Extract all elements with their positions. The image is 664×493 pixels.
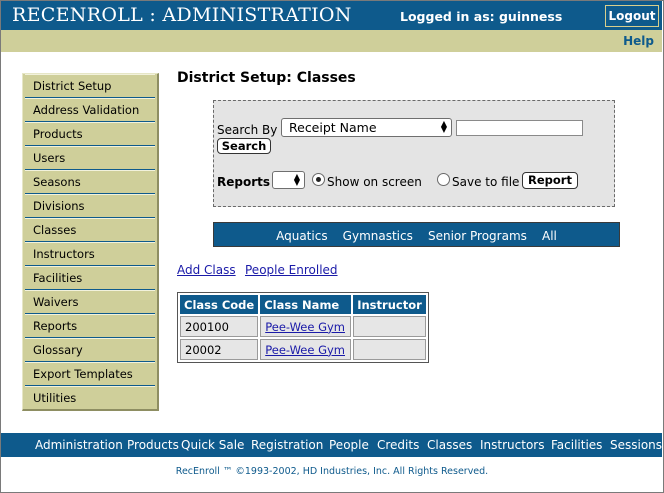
page-title: District Setup: Classes xyxy=(177,70,356,86)
save-to-file-radio[interactable] xyxy=(437,173,450,186)
footer-link-people[interactable]: People xyxy=(329,438,369,452)
select-arrows-icon: ▲ ▼ xyxy=(293,172,300,187)
category-link-senior-programs[interactable]: Senior Programs xyxy=(428,229,527,243)
sidebar-item-divisions[interactable]: Divisions xyxy=(25,194,155,218)
logout-button[interactable]: Logout xyxy=(605,5,659,27)
class-code-cell: 200100 xyxy=(180,316,259,337)
footer-link-administration[interactable]: Administration xyxy=(35,438,123,452)
classes-table: Class Code Class Name Instructor 200100 … xyxy=(177,292,429,363)
search-input[interactable] xyxy=(456,120,583,136)
add-class-link[interactable]: Add Class xyxy=(177,263,236,277)
class-name-link[interactable]: Pee-Wee Gym xyxy=(265,320,345,334)
help-link[interactable]: Help xyxy=(623,34,654,48)
footer-nav: Administration Products Quick Sale Regis… xyxy=(1,433,662,457)
category-link-all[interactable]: All xyxy=(542,229,557,243)
footer-link-classes[interactable]: Classes xyxy=(427,438,472,452)
class-name-cell: Pee-Wee Gym xyxy=(260,316,352,337)
category-link-gymnastics[interactable]: Gymnastics xyxy=(343,229,413,243)
search-by-value: Receipt Name xyxy=(289,120,377,135)
search-by-select[interactable]: Receipt Name ▲ ▼ xyxy=(281,118,452,137)
sidebar-item-glossary[interactable]: Glossary xyxy=(25,338,155,362)
sidebar-item-users[interactable]: Users xyxy=(25,146,155,170)
instructor-cell xyxy=(353,339,426,360)
class-code-cell: 20002 xyxy=(180,339,259,360)
sidebar-item-instructors[interactable]: Instructors xyxy=(25,242,155,266)
sidebar-item-facilities[interactable]: Facilities xyxy=(25,266,155,290)
footer-link-products[interactable]: Products xyxy=(127,438,179,452)
help-bar: Help xyxy=(1,30,662,52)
footer-link-facilities[interactable]: Facilities xyxy=(551,438,602,452)
sidebar-item-waivers[interactable]: Waivers xyxy=(25,290,155,314)
footer-link-credits[interactable]: Credits xyxy=(377,438,419,452)
sidebar-item-seasons[interactable]: Seasons xyxy=(25,170,155,194)
search-panel: Search By Receipt Name ▲ ▼ Search Reports… xyxy=(213,100,615,207)
table-header-row: Class Code Class Name Instructor xyxy=(180,295,426,314)
table-row: 200100 Pee-Wee Gym xyxy=(180,316,426,337)
sidebar-item-reports[interactable]: Reports xyxy=(25,314,155,338)
people-enrolled-link[interactable]: People Enrolled xyxy=(245,263,338,277)
logged-in-status: Logged in as: guinness xyxy=(400,9,563,24)
category-bar: Aquatics Gymnastics Senior Programs All xyxy=(213,222,620,247)
show-on-screen-label: Show on screen xyxy=(327,175,422,189)
sidebar-nav: District Setup Address Validation Produc… xyxy=(22,73,159,411)
sidebar-item-classes[interactable]: Classes xyxy=(25,218,155,242)
select-arrows-icon: ▲ ▼ xyxy=(440,119,447,134)
search-button[interactable]: Search xyxy=(217,138,271,154)
footer-link-quick-sale[interactable]: Quick Sale xyxy=(181,438,244,452)
column-header-class-name: Class Name xyxy=(260,295,352,314)
footer-link-instructors[interactable]: Instructors xyxy=(480,438,544,452)
category-link-aquatics[interactable]: Aquatics xyxy=(276,229,327,243)
class-name-cell: Pee-Wee Gym xyxy=(260,339,352,360)
show-on-screen-radio[interactable] xyxy=(312,173,325,186)
reports-label: Reports xyxy=(217,175,271,189)
save-to-file-label: Save to file xyxy=(452,175,520,189)
copyright-text: RecEnroll ™ ©1993-2002, HD Industries, I… xyxy=(175,466,489,477)
sidebar-item-district-setup[interactable]: District Setup xyxy=(25,74,155,98)
sidebar-item-export-templates[interactable]: Export Templates xyxy=(25,362,155,386)
table-row: 20002 Pee-Wee Gym xyxy=(180,339,426,360)
column-header-class-code: Class Code xyxy=(180,295,259,314)
app-title: RECENROLL : ADMINISTRATION xyxy=(12,4,352,26)
header-bar: RECENROLL : ADMINISTRATION Logged in as:… xyxy=(1,1,662,30)
sidebar-item-products[interactable]: Products xyxy=(25,122,155,146)
sidebar-item-address-validation[interactable]: Address Validation xyxy=(25,98,155,122)
search-by-label: Search By xyxy=(217,123,278,137)
footer-link-registration[interactable]: Registration xyxy=(251,438,323,452)
class-name-link[interactable]: Pee-Wee Gym xyxy=(265,343,345,357)
instructor-cell xyxy=(353,316,426,337)
sidebar-item-utilities[interactable]: Utilities xyxy=(25,386,155,409)
reports-select[interactable]: ▲ ▼ xyxy=(272,171,305,189)
footer-link-sessions[interactable]: Sessions xyxy=(610,438,662,452)
column-header-instructor: Instructor xyxy=(353,295,426,314)
report-button[interactable]: Report xyxy=(522,172,578,189)
